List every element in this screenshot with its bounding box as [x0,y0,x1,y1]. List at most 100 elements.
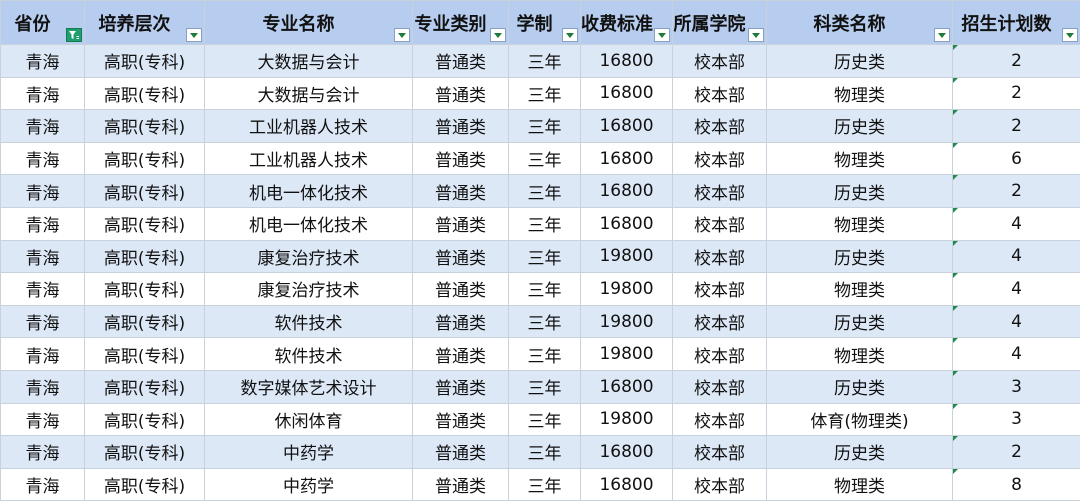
table-cell[interactable]: 校本部 [672,206,767,241]
table-cell[interactable]: 校本部 [672,467,767,502]
table-cell[interactable]: 校本部 [672,239,767,274]
table-cell[interactable]: 三年 [508,44,581,78]
table-cell[interactable]: 高职(专科) [84,402,205,437]
table-cell[interactable]: 校本部 [672,304,767,339]
table-cell[interactable]: 康复治疗技术 [204,272,413,306]
column-header-6[interactable]: 所属学院 [672,0,767,45]
table-cell[interactable]: 2 [952,44,1080,78]
table-cell[interactable]: 高职(专科) [84,467,205,502]
table-cell[interactable]: 3 [952,369,1080,404]
column-header-7[interactable]: 科类名称 [766,0,953,45]
table-cell[interactable]: 三年 [508,109,581,143]
table-cell[interactable]: 机电一体化技术 [204,174,413,208]
table-cell[interactable]: 青海 [0,44,85,78]
table-cell[interactable]: 2 [952,109,1080,143]
table-cell[interactable]: 16800 [580,109,673,143]
table-cell[interactable]: 工业机器人技术 [204,109,413,143]
column-header-8[interactable]: 招生计划数 [952,0,1080,45]
table-cell[interactable]: 2 [952,174,1080,208]
table-cell[interactable]: 青海 [0,239,85,274]
table-cell[interactable]: 三年 [508,402,581,437]
table-cell[interactable]: 6 [952,141,1080,176]
column-header-5[interactable]: 收费标准 [580,0,673,45]
table-cell[interactable]: 物理类 [766,272,953,306]
table-cell[interactable]: 历史类 [766,174,953,208]
table-cell[interactable]: 三年 [508,467,581,502]
table-cell[interactable]: 中药学 [204,435,413,469]
column-header-0[interactable]: 省份 [0,0,85,45]
table-cell[interactable]: 高职(专科) [84,304,205,339]
table-cell[interactable]: 青海 [0,141,85,176]
table-cell[interactable]: 8 [952,467,1080,502]
table-cell[interactable]: 物理类 [766,206,953,241]
table-cell[interactable]: 三年 [508,76,581,111]
table-cell[interactable]: 16800 [580,44,673,78]
table-cell[interactable]: 机电一体化技术 [204,206,413,241]
table-cell[interactable]: 中药学 [204,467,413,502]
table-cell[interactable]: 三年 [508,174,581,208]
table-cell[interactable]: 普通类 [412,141,509,176]
table-cell[interactable]: 青海 [0,402,85,437]
table-cell[interactable]: 普通类 [412,467,509,502]
table-cell[interactable]: 普通类 [412,435,509,469]
table-cell[interactable]: 数字媒体艺术设计 [204,369,413,404]
table-cell[interactable]: 普通类 [412,369,509,404]
table-cell[interactable]: 校本部 [672,76,767,111]
dropdown-arrow-icon[interactable] [562,28,578,42]
table-cell[interactable]: 青海 [0,467,85,502]
table-cell[interactable]: 16800 [580,435,673,469]
table-cell[interactable]: 校本部 [672,337,767,371]
table-cell[interactable]: 19800 [580,304,673,339]
table-cell[interactable]: 工业机器人技术 [204,141,413,176]
table-cell[interactable]: 4 [952,337,1080,371]
table-cell[interactable]: 19800 [580,239,673,274]
table-cell[interactable]: 三年 [508,435,581,469]
table-cell[interactable]: 16800 [580,174,673,208]
table-cell[interactable]: 普通类 [412,174,509,208]
table-cell[interactable]: 物理类 [766,337,953,371]
table-cell[interactable]: 16800 [580,141,673,176]
table-cell[interactable]: 高职(专科) [84,174,205,208]
table-cell[interactable]: 校本部 [672,402,767,437]
dropdown-arrow-icon[interactable] [186,28,202,42]
table-cell[interactable]: 青海 [0,109,85,143]
table-cell[interactable]: 校本部 [672,435,767,469]
table-cell[interactable]: 普通类 [412,206,509,241]
table-cell[interactable]: 4 [952,272,1080,306]
table-cell[interactable]: 高职(专科) [84,141,205,176]
table-cell[interactable]: 青海 [0,304,85,339]
table-cell[interactable]: 16800 [580,206,673,241]
table-cell[interactable]: 康复治疗技术 [204,239,413,274]
table-cell[interactable]: 青海 [0,206,85,241]
table-cell[interactable]: 普通类 [412,272,509,306]
table-cell[interactable]: 19800 [580,402,673,437]
table-cell[interactable]: 软件技术 [204,337,413,371]
table-cell[interactable]: 体育(物理类) [766,402,953,437]
table-cell[interactable]: 青海 [0,174,85,208]
table-cell[interactable]: 高职(专科) [84,337,205,371]
table-cell[interactable]: 青海 [0,272,85,306]
table-cell[interactable]: 历史类 [766,435,953,469]
dropdown-arrow-icon[interactable] [1062,28,1078,42]
table-cell[interactable]: 19800 [580,272,673,306]
table-cell[interactable]: 3 [952,402,1080,437]
table-cell[interactable]: 物理类 [766,76,953,111]
table-cell[interactable]: 16800 [580,467,673,502]
table-cell[interactable]: 4 [952,304,1080,339]
table-cell[interactable]: 三年 [508,304,581,339]
table-cell[interactable]: 三年 [508,337,581,371]
table-cell[interactable]: 历史类 [766,44,953,78]
table-cell[interactable]: 高职(专科) [84,369,205,404]
table-cell[interactable]: 历史类 [766,109,953,143]
table-cell[interactable]: 4 [952,206,1080,241]
table-cell[interactable]: 大数据与会计 [204,76,413,111]
table-cell[interactable]: 普通类 [412,337,509,371]
table-cell[interactable]: 高职(专科) [84,109,205,143]
table-cell[interactable]: 三年 [508,141,581,176]
dropdown-arrow-icon[interactable] [490,28,506,42]
table-cell[interactable]: 高职(专科) [84,206,205,241]
dropdown-arrow-icon[interactable] [934,28,950,42]
table-cell[interactable]: 19800 [580,337,673,371]
table-cell[interactable]: 高职(专科) [84,239,205,274]
table-cell[interactable]: 校本部 [672,272,767,306]
